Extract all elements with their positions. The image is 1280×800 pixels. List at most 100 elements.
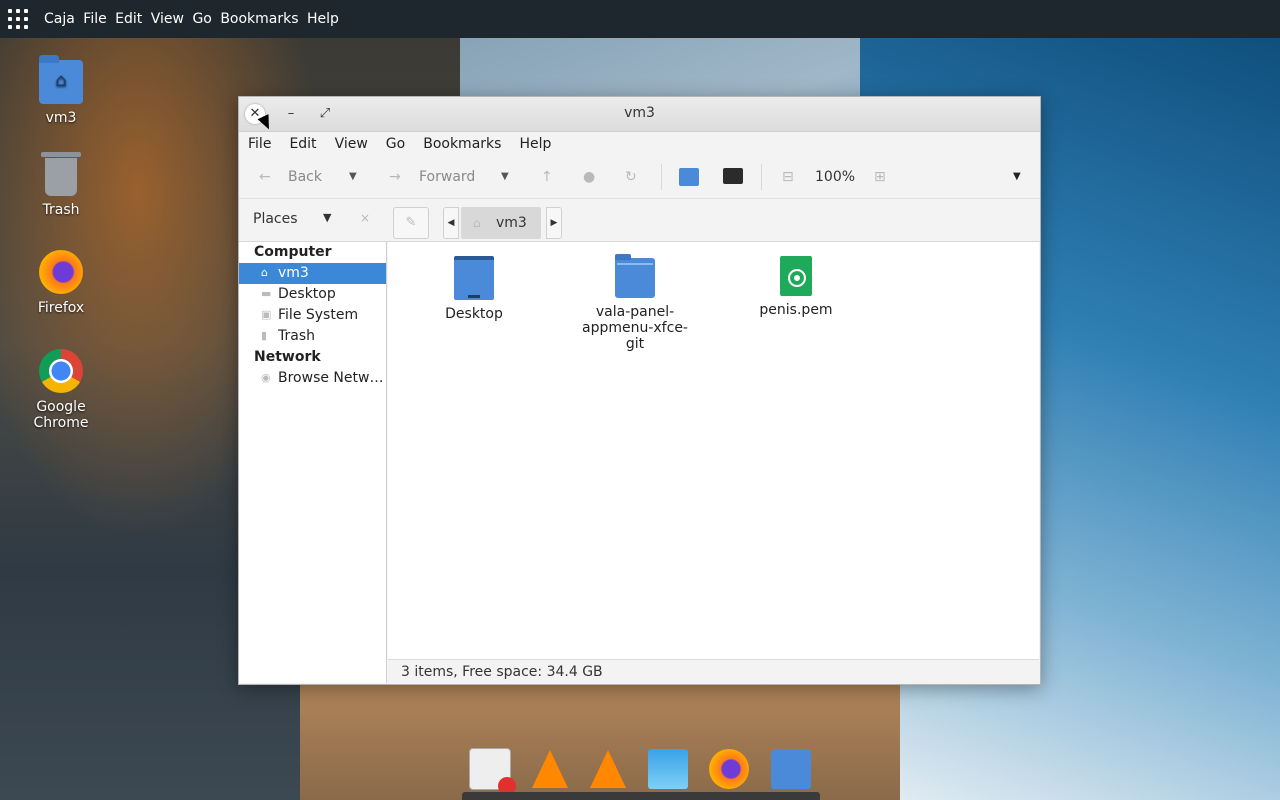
sidebar-header-computer: Computer (254, 244, 332, 260)
path-crumb-label: vm3 (496, 215, 527, 231)
chrome-icon (39, 349, 83, 393)
forward-button[interactable]: Forward (419, 156, 475, 198)
view-dropdown-icon[interactable]: ▼ (1013, 156, 1021, 198)
file-view[interactable]: Desktop vala-panel- appmenu-xfce-git pen… (388, 242, 1039, 659)
file-item-desktop[interactable]: Desktop (414, 256, 534, 322)
file-manager-window: ✕ – ⤢ vm3 File Edit View Go Bookmarks He… (238, 96, 1041, 685)
title-bar[interactable]: ✕ – ⤢ vm3 (239, 97, 1040, 132)
places-sidebar: Computer ⌂ vm3 ▬ Desktop ▣ File System ▮… (239, 242, 387, 683)
edit-location-button[interactable]: ✎ (393, 207, 429, 239)
file-item-vala-panel[interactable]: vala-panel- appmenu-xfce-git (575, 254, 695, 352)
status-bar: 3 items, Free space: 34.4 GB (388, 659, 1039, 684)
status-text: 3 items, Free space: 34.4 GB (401, 664, 603, 680)
places-dropdown-arrow-icon[interactable]: ▼ (323, 211, 331, 224)
reload-icon[interactable]: ↻ (625, 156, 637, 198)
toolbar-separator (761, 164, 762, 190)
menu-help[interactable]: Help (510, 136, 560, 152)
sidebar-item-file-system[interactable]: ▣ File System (239, 305, 386, 326)
toolbar: ← Back ▼ → Forward ▼ ↑ ● ↻ ⊟ 100% ⊞ ▼ (239, 156, 1040, 199)
sidebar-item-label: File System (278, 307, 359, 323)
home-folder-button[interactable] (679, 168, 699, 186)
places-dropdown[interactable]: Places (253, 211, 298, 227)
home-folder-icon (39, 55, 83, 104)
desktop-icon-trash[interactable]: Trash (16, 152, 106, 218)
file-item-penis-pem[interactable]: penis.pem (736, 256, 856, 318)
top-menu-help[interactable]: Help (307, 11, 339, 27)
drive-icon: ▣ (261, 308, 272, 321)
sidebar-item-vm3[interactable]: ⌂ vm3 (239, 263, 386, 284)
app-name[interactable]: Caja (44, 11, 75, 27)
menu-bar: File Edit View Go Bookmarks Help (239, 132, 1040, 156)
file-name-line1: vala-panel- (595, 304, 675, 320)
close-sidebar-icon[interactable]: × (360, 211, 370, 225)
desktop-folder-icon (454, 256, 494, 300)
path-crumb-vm3[interactable]: ⌂ vm3 (461, 207, 541, 239)
top-menu-go[interactable]: Go (192, 11, 211, 27)
desktop-icon-label: Trash (42, 202, 80, 218)
forward-history-dropdown-icon[interactable]: ▼ (501, 156, 509, 198)
top-panel: Caja File Edit View Go Bookmarks Help (0, 0, 1280, 38)
text-editor-icon[interactable] (468, 748, 516, 795)
vlc-icon[interactable] (532, 750, 569, 788)
menu-go[interactable]: Go (377, 136, 414, 152)
file-name: penis.pem (759, 302, 833, 318)
desktop-icon-chrome[interactable]: Google Chrome (16, 349, 106, 431)
desktop-icon-label: Firefox (37, 300, 85, 316)
sidebar-item-label: Desktop (278, 286, 336, 302)
top-menu-view[interactable]: View (151, 11, 184, 27)
desktop-icon: ▬ (261, 287, 272, 300)
home-icon: ⌂ (261, 266, 268, 279)
menu-file[interactable]: File (239, 136, 280, 152)
computer-button[interactable] (723, 168, 743, 184)
desktop-icon-vm3[interactable]: vm3 (16, 55, 106, 126)
location-bar: Places ▼ × ✎ ◀ ⌂ vm3 ▶ (239, 199, 1040, 242)
menu-bookmarks[interactable]: Bookmarks (414, 136, 510, 152)
apps-grid-icon[interactable] (8, 9, 28, 29)
sidebar-item-browse-network[interactable]: ◉ Browse Netw… (239, 368, 386, 389)
sidebar-item-label: Trash (278, 328, 315, 344)
sidebar-item-trash[interactable]: ▮ Trash (239, 326, 386, 347)
stop-icon[interactable]: ● (583, 156, 595, 198)
file-manager-icon[interactable] (771, 749, 812, 789)
image-viewer-icon[interactable] (647, 749, 688, 789)
sidebar-item-desktop[interactable]: ▬ Desktop (239, 284, 386, 305)
sidebar-header-network: Network (254, 349, 321, 365)
forward-arrow-icon: → (389, 169, 401, 185)
sidebar-item-label: Browse Netw… (278, 370, 384, 386)
zoom-in-icon[interactable]: ⊞ (874, 156, 886, 198)
firefox-icon[interactable] (709, 749, 750, 789)
up-icon[interactable]: ↑ (541, 156, 553, 198)
path-scroll-left-button[interactable]: ◀ (443, 207, 459, 239)
zoom-level[interactable]: 100% (815, 156, 855, 198)
desktop-icon-label: Google Chrome (33, 399, 89, 431)
window-title: vm3 (624, 105, 655, 121)
top-menu-edit[interactable]: Edit (115, 11, 142, 27)
global-menu: Caja File Edit View Go Bookmarks Help (44, 11, 343, 27)
desktop-icon-label: vm3 (45, 110, 77, 126)
toolbar-separator (661, 164, 662, 190)
certificate-icon (780, 256, 812, 296)
top-menu-file[interactable]: File (83, 11, 106, 27)
folder-icon (615, 254, 655, 298)
dock-bar (462, 792, 820, 800)
network-icon: ◉ (261, 371, 271, 384)
desktop-icon-firefox[interactable]: Firefox (16, 250, 106, 316)
firefox-icon (39, 250, 83, 294)
menu-edit[interactable]: Edit (280, 136, 325, 152)
trash-icon: ▮ (261, 329, 268, 342)
back-history-dropdown-icon[interactable]: ▼ (349, 156, 357, 198)
dock (458, 738, 822, 800)
top-menu-bookmarks[interactable]: Bookmarks (220, 11, 298, 27)
vlc-icon[interactable] (590, 750, 627, 788)
back-button[interactable]: Back (288, 156, 322, 198)
path-scroll-right-button[interactable]: ▶ (546, 207, 562, 239)
pencil-icon: ✎ (405, 215, 417, 230)
home-icon: ⌂ (473, 216, 481, 230)
zoom-out-icon[interactable]: ⊟ (782, 156, 794, 198)
sidebar-item-label: vm3 (278, 265, 309, 281)
trash-icon (41, 152, 81, 196)
file-name: Desktop (445, 306, 503, 322)
file-name-line2: appmenu-xfce-git (582, 320, 688, 352)
menu-view[interactable]: View (326, 136, 377, 152)
back-arrow-icon: ← (259, 169, 271, 185)
